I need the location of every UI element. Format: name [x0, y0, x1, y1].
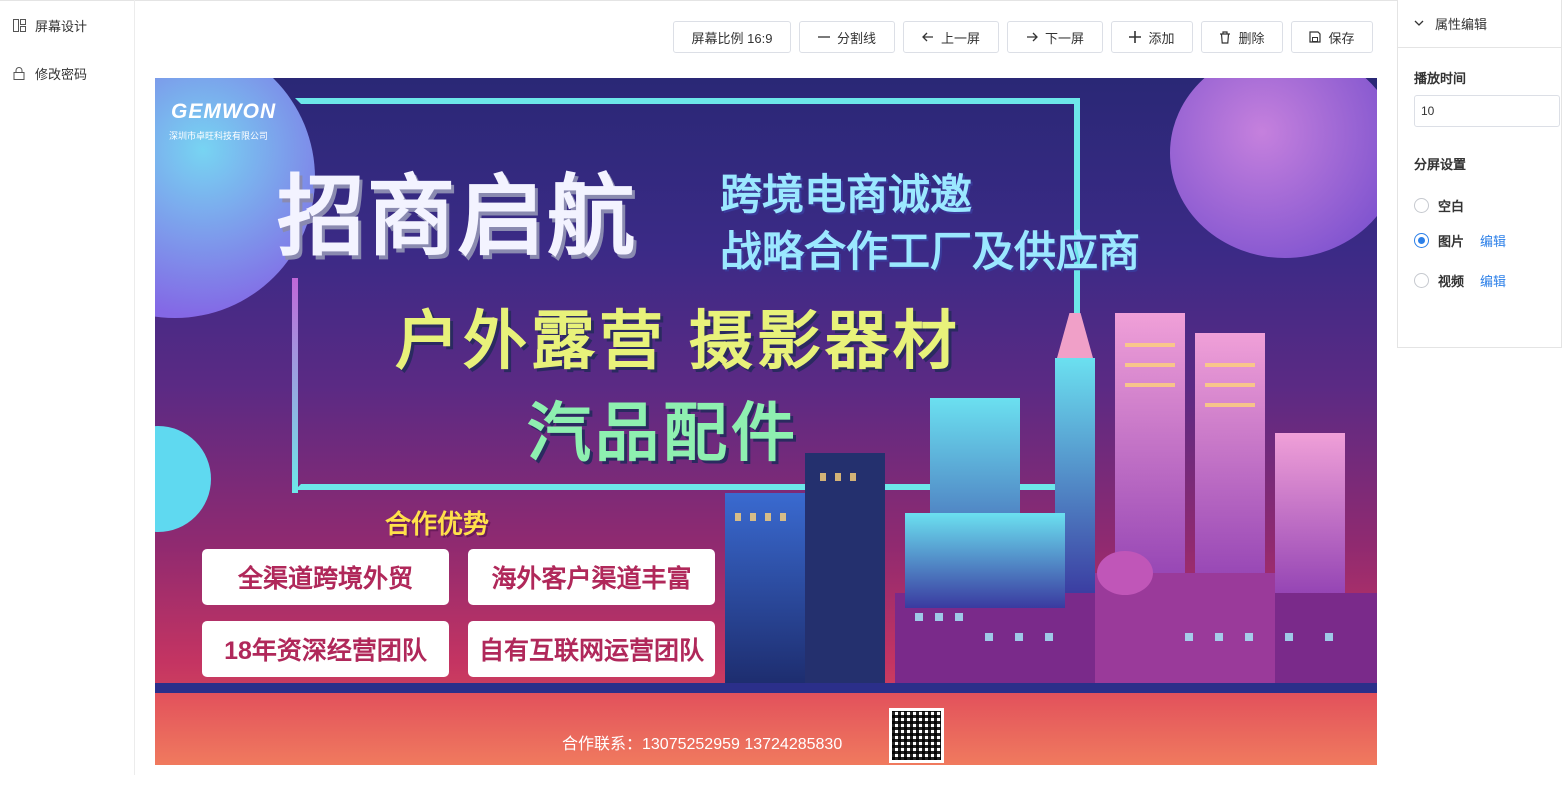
decor-frame-left	[292, 278, 298, 493]
lock-icon	[12, 66, 26, 80]
radio-button[interactable]	[1414, 198, 1429, 213]
screen-ratio-label: 屏幕比例 16:9	[691, 30, 773, 46]
split-option-video[interactable]: 视频 编辑	[1414, 271, 1506, 290]
screen-ratio-button[interactable]: 屏幕比例 16:9	[673, 21, 791, 53]
chevron-down-icon	[1414, 20, 1424, 27]
next-screen-label: 下一屏	[1044, 30, 1084, 46]
advantage-chip: 海外客户渠道丰富	[468, 549, 715, 605]
duration-label: 播放时间	[1414, 71, 1467, 86]
add-label: 添加	[1148, 30, 1175, 46]
qr-code-icon	[889, 708, 944, 763]
banner-category-2: 汽品配件	[527, 397, 799, 469]
advantage-chip: 全渠道跨境外贸	[202, 549, 449, 605]
banner-headline: 招商启航	[277, 167, 638, 266]
trash-icon	[1219, 30, 1231, 44]
sidebar: 屏幕设计 修改密码	[0, 0, 135, 775]
layout-grid-icon	[12, 18, 26, 32]
property-panel-title: 属性编辑	[1435, 17, 1488, 32]
banner-subline-1: 跨境电商诚邀	[720, 171, 973, 218]
edit-video-link[interactable]: 编辑	[1480, 271, 1506, 290]
split-option-image[interactable]: 图片 编辑	[1414, 231, 1506, 250]
banner-image: GEMWON 深圳市卓旺科技有限公司 招商启航 跨境电商诚邀 战略合作工厂及供应…	[155, 78, 1377, 765]
banner-category-1: 户外露营 摄影器材	[395, 305, 961, 377]
advantage-chip: 18年资深经营团队	[202, 621, 449, 677]
plus-icon	[1129, 31, 1142, 43]
arrow-left-icon	[922, 31, 934, 43]
save-button[interactable]: 保存	[1291, 21, 1373, 53]
divider-button[interactable]: 分割线	[799, 21, 895, 53]
duration-input[interactable]	[1414, 95, 1560, 127]
property-panel-header[interactable]: 属性编辑	[1398, 0, 1561, 48]
next-screen-button[interactable]: 下一屏	[1007, 21, 1103, 53]
toolbar: 屏幕比例 16:9 分割线 上一屏 下一屏 添加 删除 保存	[673, 21, 1381, 53]
delete-label: 删除	[1238, 30, 1265, 46]
add-button[interactable]: 添加	[1111, 21, 1193, 53]
brand-subtitle: 深圳市卓旺科技有限公司	[169, 131, 269, 141]
split-option-blank[interactable]: 空白	[1414, 196, 1464, 215]
brand-logo: GEMWON	[171, 100, 277, 123]
decor-circle	[155, 426, 211, 532]
advantages-title: 合作优势	[385, 509, 490, 539]
contact-info: 合作联系：13075252959 13724285830	[562, 736, 843, 753]
banner-footer-band	[155, 683, 1377, 765]
edit-image-link[interactable]: 编辑	[1480, 231, 1506, 250]
radio-button[interactable]	[1414, 233, 1429, 248]
sidebar-item-screen-design[interactable]: 屏幕设计	[12, 13, 87, 37]
sidebar-item-label: 屏幕设计	[35, 18, 88, 34]
split-option-label: 空白	[1438, 199, 1465, 214]
split-option-label: 视频	[1438, 274, 1465, 289]
prev-screen-button[interactable]: 上一屏	[903, 21, 999, 53]
arrow-right-icon	[1026, 31, 1038, 43]
sidebar-item-change-password[interactable]: 修改密码	[12, 61, 87, 85]
sidebar-item-label: 修改密码	[35, 66, 88, 82]
save-label: 保存	[1328, 30, 1355, 46]
minus-icon	[817, 32, 830, 42]
decor-circle	[1170, 78, 1377, 258]
delete-button[interactable]: 删除	[1201, 21, 1283, 53]
divider-label: 分割线	[836, 30, 876, 46]
prev-screen-label: 上一屏	[940, 30, 980, 46]
advantage-chip: 自有互联网运营团队	[468, 621, 715, 677]
split-setting-label: 分屏设置	[1414, 157, 1467, 172]
top-divider	[0, 0, 1398, 1]
split-option-label: 图片	[1438, 234, 1465, 249]
property-panel: 属性编辑 播放时间 分屏设置 空白 图片 编辑 视频 编辑	[1397, 0, 1562, 348]
radio-button[interactable]	[1414, 273, 1429, 288]
banner-subline-2: 战略合作工厂及供应商	[720, 228, 1141, 275]
screen-canvas[interactable]: GEMWON 深圳市卓旺科技有限公司 招商启航 跨境电商诚邀 战略合作工厂及供应…	[155, 78, 1377, 765]
save-icon	[1309, 31, 1322, 43]
